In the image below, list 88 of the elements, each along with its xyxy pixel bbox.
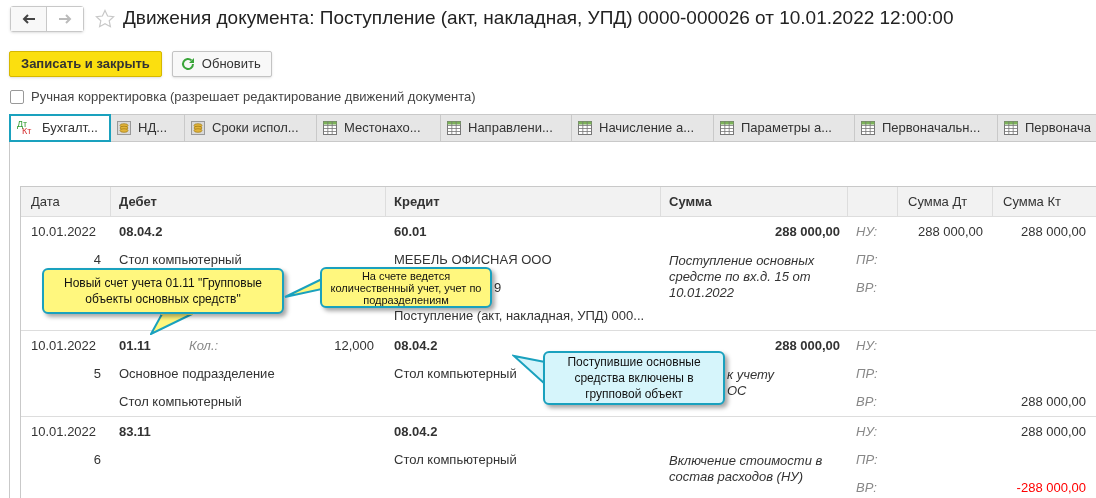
description-text: средсте по вх.д. 15 от	[669, 269, 812, 285]
account-code: 08.04.2	[119, 223, 164, 242]
tab-label: Первоначальн...	[881, 119, 981, 138]
amount-cell-text: 288 000,00	[1020, 393, 1086, 412]
quantity-value: 12,000	[334, 337, 374, 356]
tab[interactable]: Параметры а...	[714, 114, 855, 142]
register-label: ПР:	[856, 451, 878, 470]
window-title: Движения документа: Поступление (акт, накладная, УПД) 0000-000026 от 10.01.2022 12:00:00	[123, 6, 954, 31]
amount-cell-text: 288 000,00	[774, 337, 840, 356]
column-header: Сумма Дт	[898, 187, 993, 216]
description-text: состав расходов (НУ)	[669, 469, 804, 485]
tab-label: Начисление а...	[598, 119, 695, 138]
table-icon	[720, 121, 734, 135]
back-arrow-icon	[21, 13, 36, 24]
account-code: 08.04.2	[394, 423, 438, 442]
subaccount-text: Стол компьютерный	[394, 365, 517, 384]
subaccount-text: 9	[494, 279, 502, 298]
column-header: Кредит	[386, 187, 661, 216]
subaccount-text: Стол компьютерный	[394, 451, 517, 470]
amount-cell-text: 288 000,00	[1020, 223, 1086, 242]
amount-cell-text: 288 000,00	[1020, 423, 1086, 442]
description-text: Поступление основных	[669, 253, 816, 269]
checkbox-label: Ручная корректировка (разрешает редактирование движений документа)	[31, 88, 476, 107]
row-number: 5	[93, 365, 101, 384]
column-header: Сумма	[661, 187, 848, 216]
tab[interactable]: Дт Кт Бухгалт...	[9, 114, 111, 142]
subaccount-text: Основное подразделение	[119, 365, 275, 384]
save-and-close-button[interactable]: Записать и закрыть	[9, 51, 162, 77]
account-code: 01.11	[119, 337, 152, 356]
account-code: 08.04.2	[394, 337, 438, 356]
register-label: НУ:	[856, 223, 878, 242]
column-header: Дебет	[111, 187, 386, 216]
description-text: ОС	[727, 383, 748, 399]
subaccount-text: Стол компьютерный	[119, 393, 242, 412]
description-text: 10.01.2022	[669, 285, 736, 301]
table-icon	[578, 121, 592, 135]
quantity-label: Кол.:	[189, 337, 219, 356]
table-icon	[447, 121, 461, 135]
row-number: 6	[93, 451, 101, 470]
coins-icon	[117, 121, 131, 135]
back-button[interactable]	[11, 6, 47, 31]
refresh-icon	[180, 57, 195, 71]
account-code: 83.11	[119, 423, 152, 442]
tab-label: Направлени...	[467, 119, 553, 138]
date-cell-text: 10.01.2022	[31, 337, 97, 356]
register-label: ВР:	[856, 479, 877, 498]
table-icon	[1004, 121, 1018, 135]
tab-label: Сроки испол...	[211, 119, 299, 138]
tab[interactable]: Местонахо...	[317, 114, 441, 142]
register-label: ПР:	[856, 365, 878, 384]
register-label: НУ:	[856, 423, 878, 442]
description-text: Включение стоимости в	[669, 453, 824, 469]
date-cell-text: 10.01.2022	[31, 223, 97, 242]
subaccount-text: МЕБЕЛЬ ОФИСНАЯ ООО	[394, 251, 552, 270]
star-icon[interactable]	[95, 8, 115, 29]
tab[interactable]: Сроки испол...	[185, 114, 317, 142]
amount-cell-text: -288 000,00	[1016, 479, 1086, 498]
subaccount-text: Поступление (акт, накладная, УПД) 000...	[394, 307, 645, 326]
tab[interactable]: Начисление а...	[572, 114, 714, 142]
tab[interactable]: Направлени...	[441, 114, 572, 142]
tab[interactable]: Первонача	[998, 114, 1096, 142]
register-label: ПР:	[856, 251, 878, 270]
debit-credit-icon: Дт Кт	[17, 120, 35, 136]
register-label: НУ:	[856, 337, 878, 356]
account-code: 60.01	[394, 223, 427, 242]
subaccount-text: Стол компьютерный	[119, 251, 242, 270]
register-label: ВР:	[856, 393, 877, 412]
register-label: ВР:	[856, 279, 877, 298]
coins-icon	[191, 121, 205, 135]
amount-cell-text: 288 000,00	[774, 223, 840, 242]
tab-label: Первонача	[1024, 119, 1091, 138]
row-number: 4	[93, 251, 101, 270]
column-header: Сумма Кт	[993, 187, 1096, 216]
table-icon	[323, 121, 337, 135]
tab-label: Местонахо...	[343, 119, 421, 138]
tab[interactable]: НД...	[111, 114, 185, 142]
tab[interactable]: Первоначальн...	[855, 114, 998, 142]
date-cell-text: 10.01.2022	[31, 423, 97, 442]
amount-cell-text: 288 000,00	[917, 223, 983, 242]
manual-correction-checkbox[interactable]	[10, 90, 24, 104]
tab-label: Параметры а...	[740, 119, 832, 138]
tab-label: НД...	[137, 119, 168, 138]
forward-arrow-icon	[58, 13, 72, 24]
refresh-button[interactable]: Обновить	[171, 51, 272, 77]
tab-label: Бухгалт...	[41, 119, 98, 138]
description-text: к учету	[727, 367, 776, 383]
column-header: Дата	[21, 187, 111, 216]
table-icon	[861, 121, 875, 135]
